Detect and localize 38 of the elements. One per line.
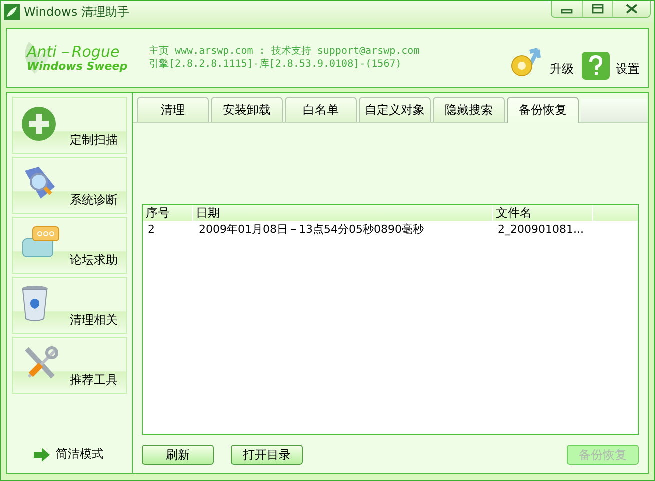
version-text: 引擎[2.8.2.8.1115]-库[2.8.53.9.0108]-(1567) bbox=[149, 58, 403, 71]
tab[interactable]: 自定义对象 bbox=[359, 97, 431, 122]
sidebar-item[interactable]: 推荐工具 bbox=[12, 337, 127, 394]
maximize-button[interactable] bbox=[582, 1, 612, 17]
tab[interactable]: 隐藏搜索 bbox=[433, 97, 505, 122]
table-cell-text: 2_200901081... bbox=[497, 223, 585, 236]
tab[interactable]: 备份恢复 bbox=[507, 97, 579, 123]
window-title: Windows 清理助手 bbox=[24, 4, 130, 20]
upgrade-button[interactable]: 升级 bbox=[506, 36, 576, 80]
sidebar-item[interactable]: 系统诊断 bbox=[12, 157, 127, 214]
table-cell-text: 2009年01月08日－13点54分05秒0890毫秒 bbox=[198, 222, 425, 237]
sidebar-item[interactable]: 清理相关 bbox=[12, 277, 127, 334]
column-header[interactable]: 序号 bbox=[143, 205, 193, 221]
minimize-button[interactable] bbox=[552, 1, 582, 17]
tab[interactable]: 白名单 bbox=[285, 97, 357, 122]
maximize-icon bbox=[592, 4, 604, 14]
close-button[interactable] bbox=[612, 1, 650, 17]
close-icon bbox=[626, 4, 638, 14]
tab-strip-background bbox=[581, 99, 648, 122]
column-header[interactable]: 日期 bbox=[193, 205, 493, 221]
sidebar-item[interactable]: 论坛求助 bbox=[12, 217, 127, 274]
leaf-icon bbox=[4, 4, 20, 20]
table-cell-text: 2 bbox=[147, 223, 156, 236]
plus-icon bbox=[21, 106, 57, 142]
column-header[interactable]: 文件名 bbox=[493, 205, 593, 221]
logo-title: Anti－Rogue bbox=[27, 44, 120, 60]
sidebar-item[interactable]: 定制扫描 bbox=[12, 97, 127, 154]
logo-subtitle: Windows Sweep bbox=[27, 60, 129, 72]
action-button[interactable]: 刷新 bbox=[142, 445, 214, 465]
question-icon bbox=[582, 52, 610, 80]
arrow-icon bbox=[34, 448, 50, 462]
action-button[interactable]: 打开目录 bbox=[231, 445, 303, 465]
settings-button[interactable]: 设置 bbox=[580, 36, 642, 80]
tab[interactable]: 安装卸载 bbox=[211, 97, 283, 122]
mode-link[interactable]: 简洁模式 bbox=[56, 446, 104, 463]
info-text: 主页 www.arswp.com : 技术支持 support@arswp.com bbox=[149, 45, 420, 58]
tab[interactable]: 清理 bbox=[137, 97, 209, 122]
trash-icon bbox=[21, 284, 49, 322]
